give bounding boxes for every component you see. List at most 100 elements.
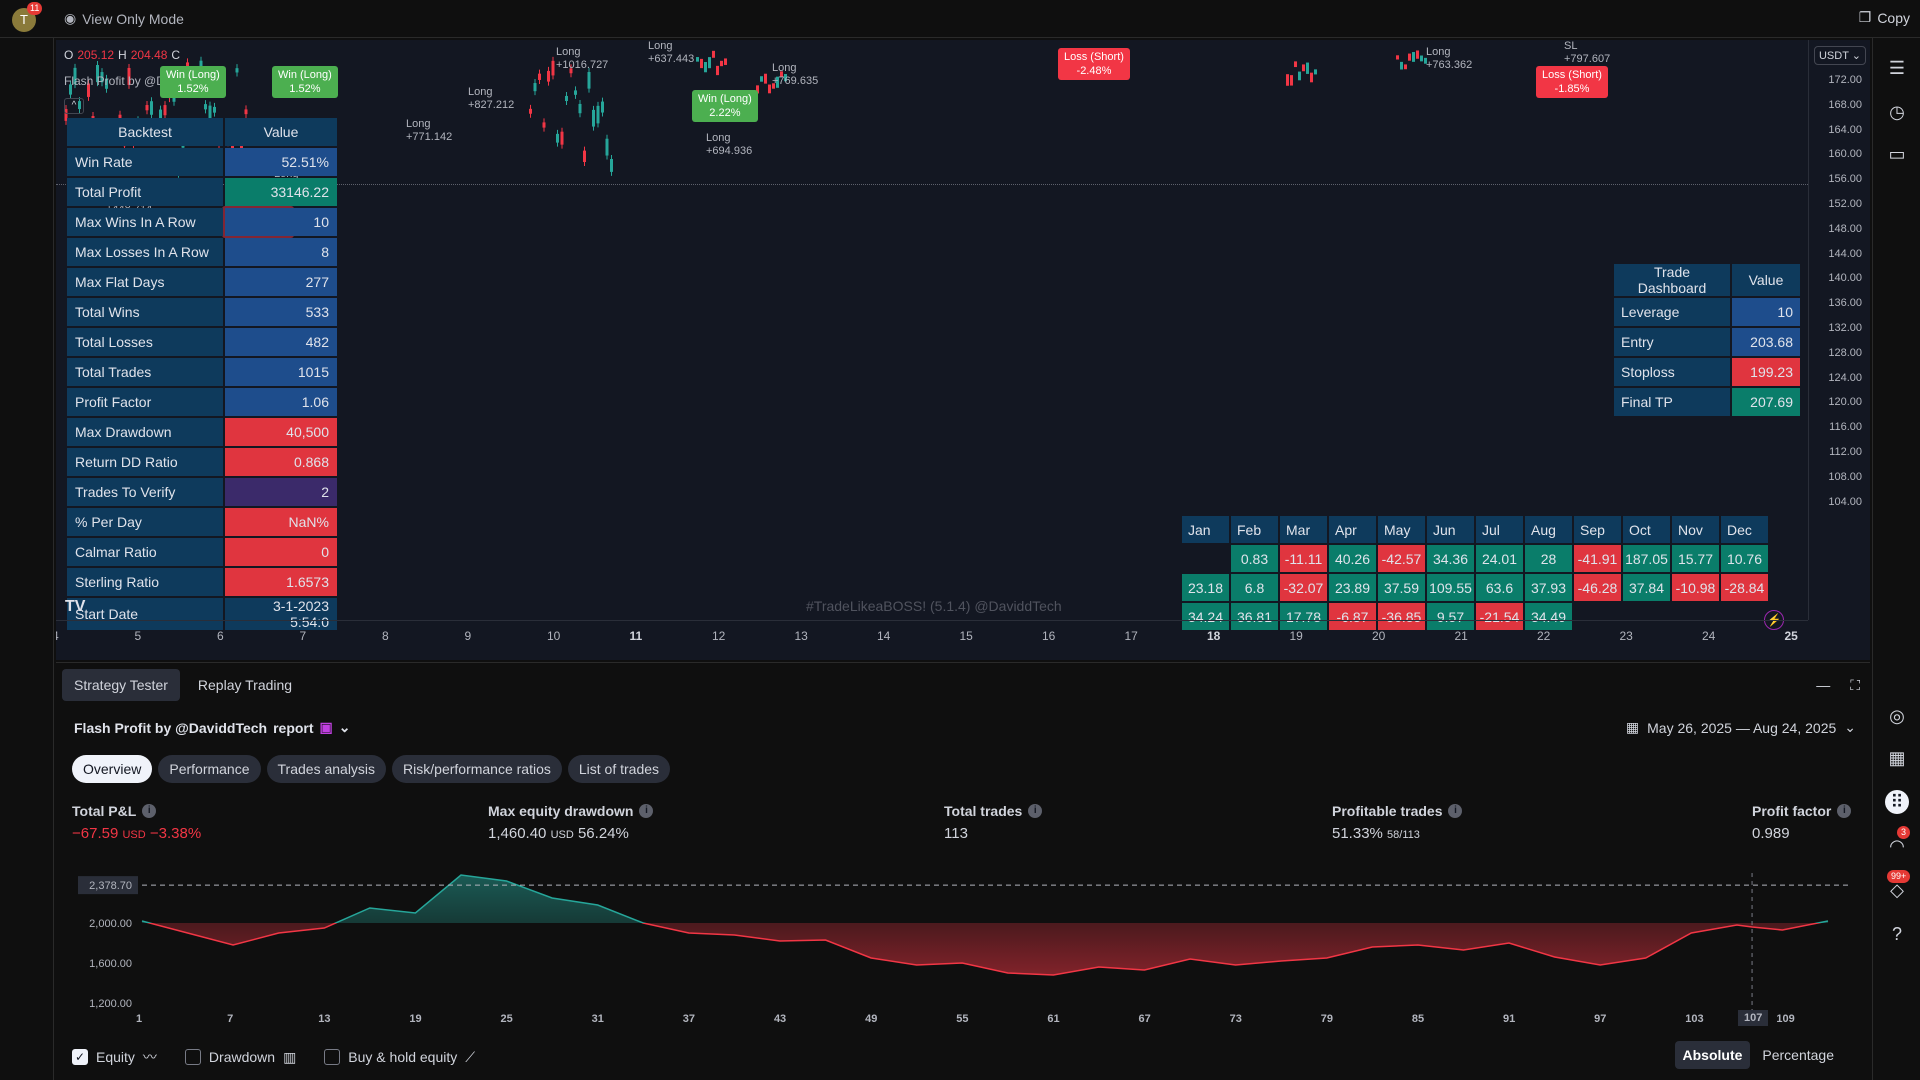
right-toolbar: ☰ ◷ ▭ ◎ ▦ ⠿ ◠ 3 ◇ 99+ ? xyxy=(1872,38,1920,1080)
chat-icon[interactable]: ▭ xyxy=(1885,142,1909,166)
candle-body xyxy=(244,109,248,115)
bar-chart-icon: ▥ xyxy=(283,1048,297,1065)
candle-body xyxy=(1302,64,1305,72)
trade-result-title: Win (Long) xyxy=(166,69,220,81)
trade-result-label: Loss (Short) -1.85% xyxy=(1536,66,1608,98)
dashboard-value: 199.23 xyxy=(1732,358,1800,386)
monthly-cell: 23.18 xyxy=(1182,574,1229,601)
candle-body xyxy=(578,103,582,114)
backtest-key: Win Rate xyxy=(67,148,223,176)
copy-button[interactable]: ❐ Copy xyxy=(1859,9,1910,26)
apps-grid-icon[interactable]: ⠿ xyxy=(1885,790,1909,814)
trade-entry-profit: +763.362 xyxy=(1426,59,1473,71)
candle-body xyxy=(235,68,239,73)
backtest-value: 277 xyxy=(225,268,337,296)
equity-checkbox[interactable]: ✓ xyxy=(72,1049,88,1065)
equity-x-label: 31 xyxy=(591,1013,604,1025)
legend-drawdown-label: Drawdown xyxy=(208,1049,276,1065)
monthly-cell: 187.05 xyxy=(1623,545,1670,572)
time-tick-label: 23 xyxy=(1619,629,1633,643)
minimize-icon[interactable]: — xyxy=(1816,677,1830,694)
mode-absolute[interactable]: Absolute xyxy=(1674,1041,1751,1069)
drawdown-value: 1,460.40 xyxy=(488,825,547,842)
time-tick-label: 22 xyxy=(1537,629,1551,643)
info-icon[interactable]: i xyxy=(142,804,157,818)
trade-entry-side: Long xyxy=(772,62,797,74)
target-icon[interactable]: ◎ xyxy=(1885,704,1909,728)
date-range-picker[interactable]: ▦ May 26, 2025 — Aug 24, 2025 ⌄ xyxy=(1626,719,1856,736)
legend-drawdown[interactable]: Drawdown ▥ xyxy=(184,1048,297,1066)
legend-equity[interactable]: ✓ Equity 〰 xyxy=(72,1047,157,1067)
backtest-value: 33146.22 xyxy=(225,178,337,206)
ohlc-c: C xyxy=(171,48,181,62)
trade-entry-text: Long +637.443 xyxy=(648,40,694,66)
tab-strategy-tester[interactable]: Strategy Tester xyxy=(62,669,180,701)
user-avatar[interactable]: T 11 xyxy=(12,2,43,32)
info-icon[interactable]: i xyxy=(639,804,654,818)
alerts-clock-icon[interactable]: ◷ xyxy=(1885,100,1909,124)
tradingview-logo: TV xyxy=(65,598,86,615)
trade-entry-profit: +694.936 xyxy=(706,145,753,157)
report-title[interactable]: Flash Profit by @DaviddTech report ▣ ⌄ xyxy=(74,719,351,736)
price-scale[interactable]: USDT ⌄ 172.00 168.00 164.00 160.00 156.00 152… xyxy=(1808,40,1870,620)
price-tick-label: 116.00 xyxy=(1829,421,1862,434)
subtab-list-of-trades[interactable]: List of trades xyxy=(567,755,671,783)
time-tick-label: 21 xyxy=(1454,629,1468,643)
buyhold-checkbox[interactable] xyxy=(324,1049,341,1065)
help-icon[interactable]: ? xyxy=(1885,922,1909,946)
info-icon[interactable]: i xyxy=(1028,804,1043,818)
info-icon[interactable]: i xyxy=(1448,804,1463,818)
backtest-key: Max Wins In A Row xyxy=(67,208,223,236)
trade-entry-profit: +1016.727 xyxy=(556,59,609,71)
subtab-overview[interactable]: Overview xyxy=(72,755,153,783)
drawdown-checkbox[interactable] xyxy=(184,1049,201,1065)
trade-result-label: Win (Long) 1.52% xyxy=(160,66,226,98)
subtab-risk-ratios[interactable]: Risk/performance ratios xyxy=(392,755,562,783)
dashboard-key: Entry xyxy=(1614,328,1730,356)
month-header: Jan xyxy=(1182,516,1229,543)
backtest-value: 40,500 xyxy=(225,418,337,446)
candle-body xyxy=(145,105,149,111)
backtest-key: Return DD Ratio xyxy=(67,448,223,476)
info-icon[interactable]: i xyxy=(1837,804,1852,818)
subtab-performance[interactable]: Performance xyxy=(158,755,261,783)
collapse-indicators-button[interactable]: ^ xyxy=(64,98,84,114)
subtab-trades-analysis[interactable]: Trades analysis xyxy=(266,755,387,783)
time-tick-label: 11 xyxy=(629,629,643,643)
equity-chart[interactable]: 2,378.70 2,000.00 1,600.00 1,200.00 xyxy=(72,873,1852,1013)
calendar-icon[interactable]: ▦ xyxy=(1885,746,1909,770)
trade-entry-text: Long +771.142 xyxy=(406,118,452,144)
candle-body xyxy=(1408,53,1411,61)
view-only-mode[interactable]: ◉ View Only Mode xyxy=(64,10,184,27)
feed-badge: 3 xyxy=(1897,826,1911,839)
equity-x-label: 91 xyxy=(1503,1013,1516,1025)
candle-body xyxy=(610,158,613,172)
price-tick-label: 136.00 xyxy=(1828,297,1862,310)
equity-x-label: 49 xyxy=(865,1013,878,1025)
mode-percentage[interactable]: Percentage xyxy=(1754,1041,1842,1069)
monthly-cell: -32.07 xyxy=(1280,574,1327,601)
price-chart[interactable]: O 205.12 H 204.48 C Flash Profit by @Dav… xyxy=(56,40,1870,660)
backtest-key: Max Flat Days xyxy=(67,268,223,296)
time-tick-label: 25 xyxy=(1784,629,1798,643)
maximize-icon[interactable]: ⛶ xyxy=(1850,677,1860,694)
monthly-cell: 15.77 xyxy=(1672,545,1719,572)
tab-replay-trading[interactable]: Replay Trading xyxy=(186,669,304,701)
month-header: Jul xyxy=(1476,516,1523,543)
backtest-key: Max Drawdown xyxy=(67,418,223,446)
watchlist-icon[interactable]: ☰ xyxy=(1885,56,1909,80)
copy-label: Copy xyxy=(1877,9,1910,26)
metric-profitable-trades: Profitable trades i 51.33% 58/113 xyxy=(1332,803,1463,842)
legend-buy-hold[interactable]: Buy & hold equity ⟋ xyxy=(324,1049,475,1066)
price-tick-label: 132.00 xyxy=(1828,322,1862,334)
time-tick-label: 16 xyxy=(1042,629,1056,643)
backtest-row: Trades To Verify 2 xyxy=(67,478,337,506)
backtest-value: 533 xyxy=(225,298,337,326)
time-scale[interactable]: 4 5 6 7 8 9 10 11 12 13 14 15 16 17 18 19 20 21 22 23 24 25 xyxy=(56,620,1808,648)
equity-x-label: 97 xyxy=(1594,1013,1607,1025)
candle-body xyxy=(587,72,591,89)
currency-select[interactable]: USDT ⌄ xyxy=(1813,46,1866,65)
candle-body xyxy=(551,60,555,76)
pnl-value: −67.59 xyxy=(72,825,119,842)
backtest-row: Win Rate 52.51% xyxy=(67,148,337,176)
